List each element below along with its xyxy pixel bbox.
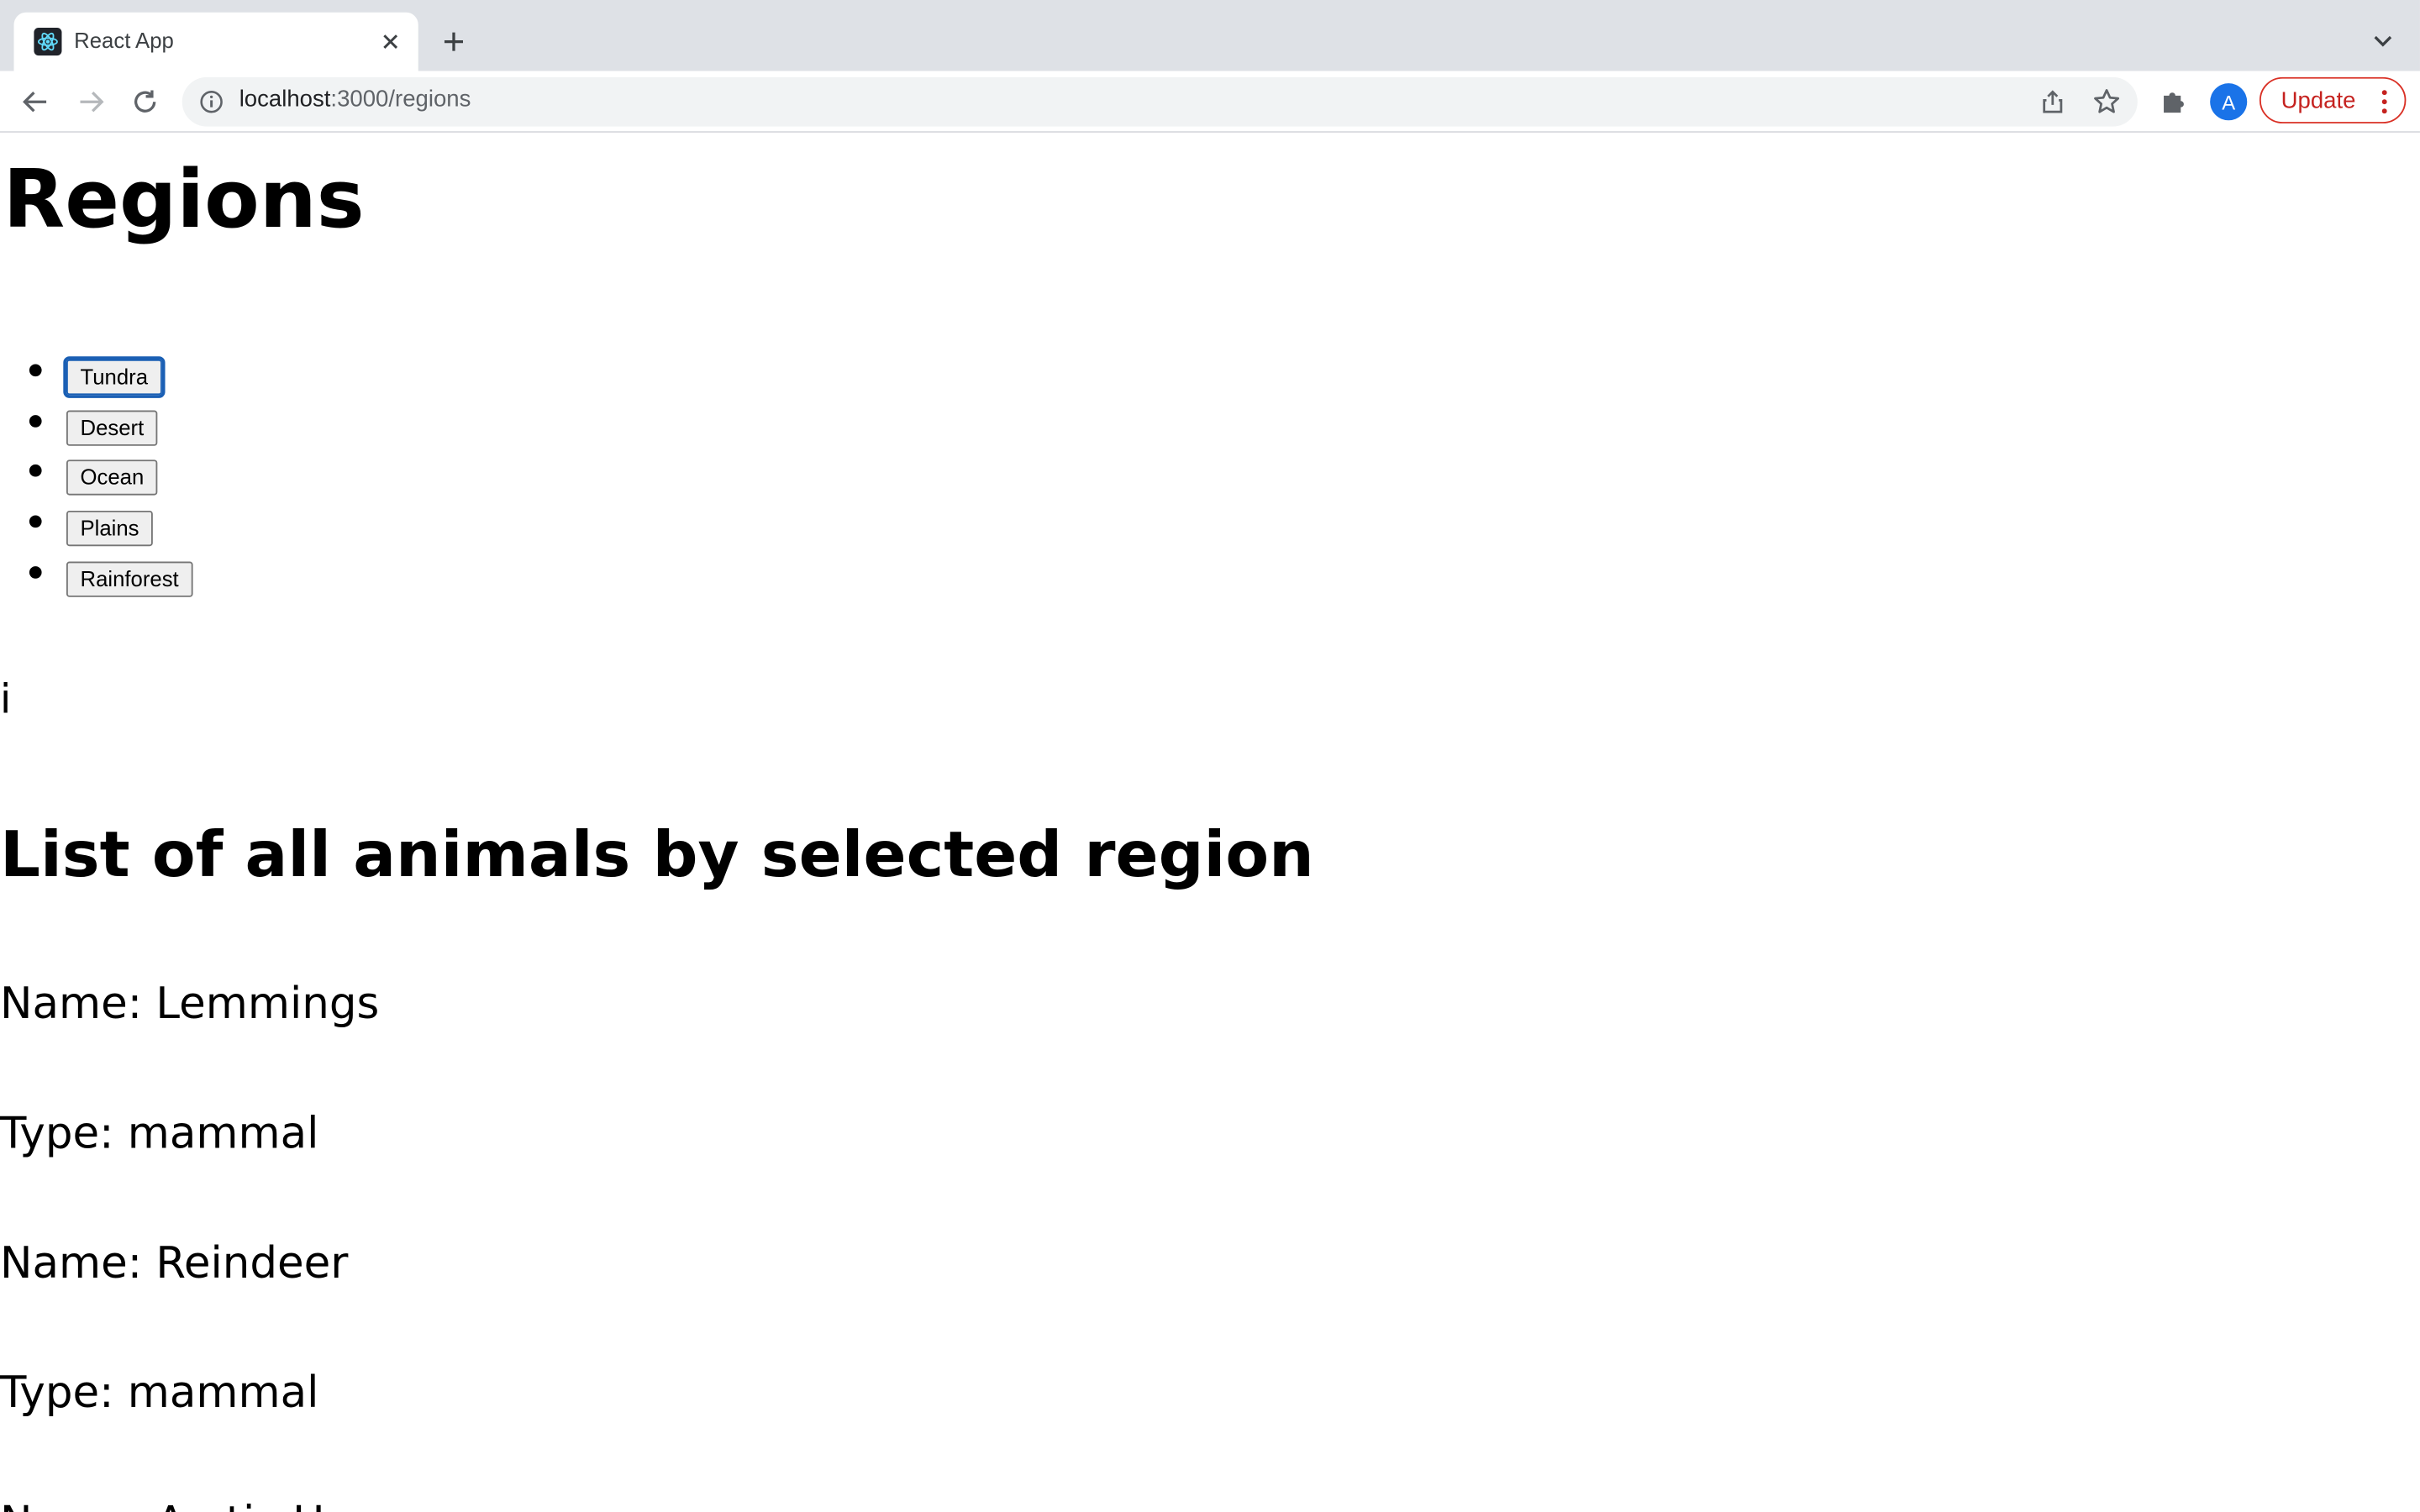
browser-window: React App localhost:3000/regions A Updat… <box>0 0 2420 1512</box>
page-content: Regions Tundra Desert Ocean Plains Rainf… <box>0 133 2420 1512</box>
page-title: Regions <box>3 154 365 247</box>
animals-heading: List of all animals by selected region <box>0 817 1314 892</box>
reload-icon[interactable] <box>127 83 164 120</box>
animal-name: Name: Reindeer <box>0 1237 349 1289</box>
kebab-menu-icon[interactable] <box>2378 88 2391 116</box>
arrow-right-icon[interactable] <box>72 83 109 120</box>
arrow-left-icon[interactable] <box>17 83 54 120</box>
region-button-desert[interactable]: Desert <box>66 409 158 446</box>
animal-type: Type: mammal <box>0 1367 319 1418</box>
react-atom-icon <box>34 28 62 56</box>
bullet-icon <box>29 465 42 478</box>
region-button-plains[interactable]: Plains <box>66 511 154 547</box>
chevron-down-icon[interactable] <box>2367 24 2398 58</box>
bullet-icon <box>29 515 42 528</box>
region-button-tundra[interactable]: Tundra <box>63 356 166 398</box>
animal-type: Type: mammal <box>0 1107 319 1159</box>
tab-title: React App <box>74 28 174 53</box>
plus-icon[interactable] <box>437 24 471 58</box>
puzzle-icon[interactable] <box>2158 87 2189 118</box>
region-button-rainforest[interactable]: Rainforest <box>66 561 193 597</box>
update-button-label: Update <box>2281 87 2356 114</box>
avatar[interactable]: A <box>2210 83 2248 121</box>
share-icon[interactable] <box>2039 88 2066 116</box>
bullet-icon <box>29 364 42 377</box>
update-button[interactable]: Update <box>2259 76 2407 123</box>
close-icon[interactable] <box>376 28 404 55</box>
url-text[interactable]: localhost:3000/regions <box>239 87 471 113</box>
region-button-ocean[interactable]: Ocean <box>66 460 158 496</box>
bullet-icon <box>29 414 42 428</box>
animal-name: Name: Arctic Hare <box>0 1497 395 1512</box>
star-icon[interactable] <box>2093 88 2121 116</box>
info-icon[interactable] <box>199 90 224 114</box>
browser-toolbar: localhost:3000/regions A Update <box>0 71 2420 133</box>
url-path: :3000/regions <box>330 86 471 113</box>
route-param-text: i <box>0 677 12 724</box>
tab-react-app[interactable]: React App <box>13 12 418 71</box>
url-host: localhost <box>239 86 331 113</box>
tab-strip: React App <box>0 0 2420 71</box>
animal-name: Name: Lemmings <box>0 978 380 1030</box>
bullet-icon <box>29 565 42 579</box>
address-bar[interactable]: localhost:3000/regions <box>182 76 2138 127</box>
